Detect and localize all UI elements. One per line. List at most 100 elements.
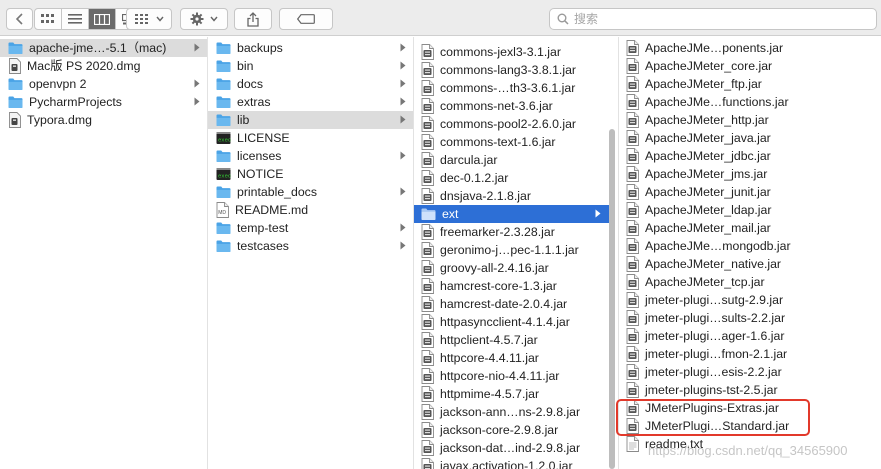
svg-text:exec: exec <box>218 137 231 144</box>
column-3-item[interactable]: commons-net-3.6.jar <box>414 97 609 115</box>
item-name: ApacheJMeter_http.jar <box>645 113 769 127</box>
column-4-item[interactable]: ApacheJMeter_junit.jar <box>619 183 881 201</box>
column-3-item[interactable]: httpmime-4.5.7.jar <box>414 385 609 403</box>
item-name: Typora.dmg <box>27 113 92 127</box>
column-4-item[interactable]: ApacheJMe…mongodb.jar <box>619 237 881 255</box>
item-name: printable_docs <box>237 185 317 199</box>
column-1[interactable]: apache-jme…-5.1（mac) Mac版 PS 2020.dmg open… <box>0 37 208 469</box>
search-input[interactable] <box>574 12 854 26</box>
item-name: PycharmProjects <box>29 95 122 109</box>
column-3-item[interactable]: groovy-all-2.4.16.jar <box>414 259 609 277</box>
item-name: hamcrest-date-2.0.4.jar <box>440 297 568 311</box>
column-4-item[interactable]: ApacheJMeter_jms.jar <box>619 165 881 183</box>
column-2-item[interactable]: MD README.md <box>208 201 413 219</box>
column-4-item[interactable]: ApacheJMeter_http.jar <box>619 111 881 129</box>
column-2-item[interactable]: exec NOTICE <box>208 165 413 183</box>
folder-icon <box>8 96 23 108</box>
column-4-item[interactable]: ApacheJMeter_mail.jar <box>619 219 881 237</box>
column-4-item[interactable]: ApacheJMeter_ldap.jar <box>619 201 881 219</box>
back-button[interactable] <box>6 8 33 30</box>
column-4-item[interactable]: ApacheJMeter_core.jar <box>619 57 881 75</box>
column-4-item[interactable]: ApacheJMeter_native.jar <box>619 255 881 273</box>
column-3-item[interactable]: hamcrest-date-2.0.4.jar <box>414 295 609 313</box>
column-3-item[interactable]: freemarker-2.3.28.jar <box>414 223 609 241</box>
column-2-item[interactable]: licenses <box>208 147 413 165</box>
column-4-item[interactable]: jmeter-plugi…esis-2.2.jar <box>619 363 881 381</box>
column-3-item[interactable]: javax.activation-1.2.0.jar <box>414 457 609 469</box>
search-icon <box>557 13 569 25</box>
share-button[interactable] <box>234 8 272 30</box>
column-2-item[interactable]: docs <box>208 75 413 93</box>
column-3-scrollbar[interactable] <box>609 129 615 469</box>
folder-icon <box>8 42 23 54</box>
column-4-item[interactable]: ApacheJMeter_java.jar <box>619 129 881 147</box>
column-4-item[interactable]: ApacheJMeter_jdbc.jar <box>619 147 881 165</box>
folder-icon <box>216 114 231 126</box>
column-1-item[interactable]: PycharmProjects <box>0 93 207 111</box>
column-3-item[interactable]: commons-lang3-3.8.1.jar <box>414 61 609 79</box>
item-name: ApacheJMeter_ldap.jar <box>645 203 772 217</box>
column-1-item[interactable]: apache-jme…-5.1（mac) <box>0 39 207 57</box>
column-3-item[interactable]: commons-pool2-2.6.0.jar <box>414 115 609 133</box>
column-1-item[interactable]: Typora.dmg <box>0 111 207 129</box>
columns-view-button[interactable] <box>89 9 116 29</box>
column-3-item[interactable]: jackson-core-2.9.8.jar <box>414 421 609 439</box>
column-3-item[interactable]: darcula.jar <box>414 151 609 169</box>
column-2-item[interactable]: temp-test <box>208 219 413 237</box>
column-3-item[interactable]: jackson-dat…ind-2.9.8.jar <box>414 439 609 457</box>
column-4-item[interactable]: ApacheJMe…functions.jar <box>619 93 881 111</box>
jar-file-icon <box>626 94 639 110</box>
jar-file-icon <box>626 220 639 236</box>
jar-file-icon <box>626 40 639 56</box>
folder-icon <box>216 186 231 198</box>
column-3-item[interactable]: httpclient-4.5.7.jar <box>414 331 609 349</box>
column-3-item[interactable]: hamcrest-core-1.3.jar <box>414 277 609 295</box>
column-2-item[interactable]: exec LICENSE <box>208 129 413 147</box>
jar-file-icon <box>421 134 434 150</box>
item-name: commons-lang3-3.8.1.jar <box>440 63 577 77</box>
column-4-item[interactable]: jmeter-plugi…fmon-2.1.jar <box>619 345 881 363</box>
arrange-button[interactable] <box>126 8 172 30</box>
column-4-item[interactable]: jmeter-plugi…ager-1.6.jar <box>619 327 881 345</box>
search-field[interactable] <box>549 8 877 30</box>
column-3[interactable]: commons-jexl3-3.1.jar commons-lang3-3.8.1… <box>414 37 619 469</box>
column-1-item[interactable]: Mac版 PS 2020.dmg <box>0 57 207 75</box>
column-3-item[interactable]: dec-0.1.2.jar <box>414 169 609 187</box>
jar-file-icon <box>626 112 639 128</box>
column-1-item[interactable]: openvpn 2 <box>0 75 207 93</box>
chevron-right-icon <box>194 43 200 52</box>
column-3-item[interactable]: commons-jexl3-3.1.jar <box>414 43 609 61</box>
column-3-item[interactable]: commons-…th3-3.6.1.jar <box>414 79 609 97</box>
item-name: openvpn 2 <box>29 77 87 91</box>
column-3-item[interactable]: httpasyncclient-4.1.4.jar <box>414 313 609 331</box>
column-3-item[interactable]: commons-text-1.6.jar <box>414 133 609 151</box>
chevron-right-icon <box>400 97 406 106</box>
column-4-item[interactable]: jmeter-plugi…sults-2.2.jar <box>619 309 881 327</box>
column-3-item[interactable]: geronimo-j…pec-1.1.1.jar <box>414 241 609 259</box>
chevron-right-icon <box>400 61 406 70</box>
column-4-item[interactable]: jmeter-plugi…sutg-2.9.jar <box>619 291 881 309</box>
column-3-item[interactable]: ext <box>414 205 609 223</box>
column-2-item[interactable]: lib <box>208 111 413 129</box>
item-name: httpclient-4.5.7.jar <box>440 333 538 347</box>
column-4-item[interactable]: ApacheJMe…ponents.jar <box>619 39 881 57</box>
column-4-item[interactable]: ApacheJMeter_tcp.jar <box>619 273 881 291</box>
item-name: commons-net-3.6.jar <box>440 99 553 113</box>
column-3-item[interactable]: httpcore-nio-4.4.11.jar <box>414 367 609 385</box>
column-2-item[interactable]: extras <box>208 93 413 111</box>
column-2[interactable]: backups bin docs extras lib exec LICENSE licens… <box>208 37 414 469</box>
column-2-item[interactable]: testcases <box>208 237 413 255</box>
list-view-button[interactable] <box>62 9 89 29</box>
column-2-item[interactable]: backups <box>208 39 413 57</box>
action-button[interactable] <box>180 8 228 30</box>
column-2-item[interactable]: printable_docs <box>208 183 413 201</box>
column-3-item[interactable]: dnsjava-2.1.8.jar <box>414 187 609 205</box>
column-3-item[interactable]: jackson-ann…ns-2.9.8.jar <box>414 403 609 421</box>
column-2-item[interactable]: bin <box>208 57 413 75</box>
column-3-item[interactable]: httpcore-4.4.11.jar <box>414 349 609 367</box>
column-4-item[interactable]: ApacheJMeter_ftp.jar <box>619 75 881 93</box>
jar-file-icon <box>421 458 434 469</box>
tag-button[interactable] <box>279 8 333 30</box>
column-4-item[interactable]: jmeter-plugins-tst-2.5.jar <box>619 381 881 399</box>
icon-view-button[interactable] <box>35 9 62 29</box>
